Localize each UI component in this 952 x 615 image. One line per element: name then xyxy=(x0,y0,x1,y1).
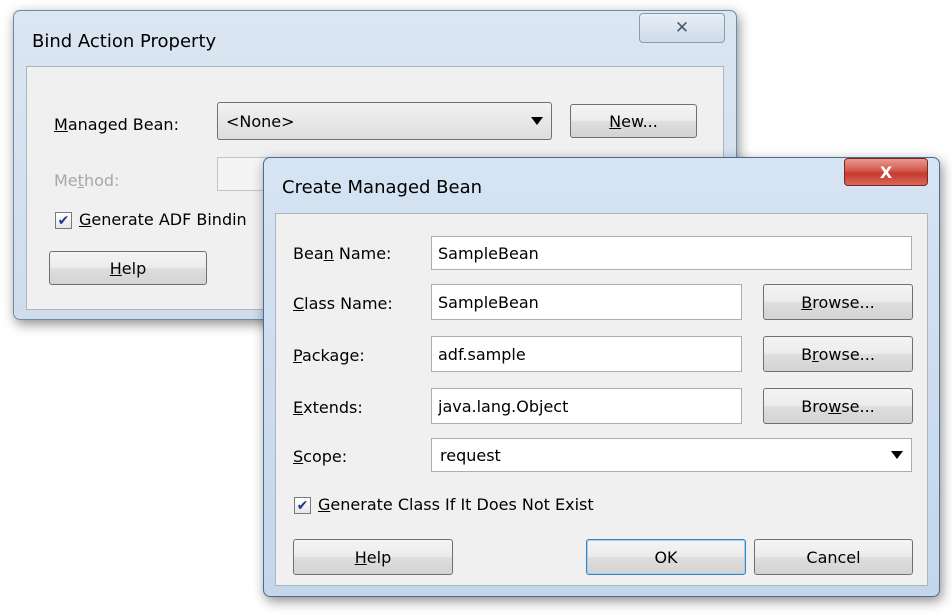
bind-dialog-close-button[interactable]: ✕ xyxy=(639,13,725,43)
create-managed-bean-dialog: Create Managed Bean X Bean Name: Class N… xyxy=(263,157,940,597)
package-label: Package: xyxy=(293,346,365,365)
class-name-label: Class Name: xyxy=(293,294,393,313)
create-dialog-title: Create Managed Bean xyxy=(282,177,483,198)
managed-bean-label: Managed Bean: xyxy=(54,115,179,134)
bind-help-button[interactable]: Help xyxy=(49,251,207,285)
create-help-button[interactable]: Help xyxy=(293,539,453,575)
generate-class-checkbox[interactable]: ✔ xyxy=(294,497,311,514)
managed-bean-value: <None> xyxy=(226,111,295,131)
extends-browse-button[interactable]: Bro w se... xyxy=(763,388,913,424)
method-label: Method: xyxy=(54,171,120,190)
package-browse-button[interactable]: Br owse... xyxy=(763,336,913,372)
extends-input[interactable] xyxy=(431,388,742,424)
bind-dialog-title: Bind Action Property xyxy=(32,31,217,52)
bean-name-label: Bean Name: xyxy=(293,244,392,263)
scope-value: request xyxy=(440,445,501,465)
close-icon: ✕ xyxy=(674,18,690,38)
ok-button[interactable]: OK xyxy=(586,539,746,575)
generate-adf-binding-label: Generate ADF Bindin xyxy=(79,210,247,229)
scope-select[interactable]: request xyxy=(431,438,912,472)
extends-label: Extends: xyxy=(293,398,363,417)
new-button[interactable]: New... xyxy=(570,104,697,138)
chevron-down-icon xyxy=(531,117,543,125)
generate-class-label: Generate Class If It Does Not Exist xyxy=(318,495,594,514)
package-input[interactable] xyxy=(431,336,742,372)
class-name-input[interactable] xyxy=(431,284,742,320)
close-icon: X xyxy=(879,162,893,182)
create-dialog-body: Bean Name: Class Name: Browse... Package… xyxy=(275,213,928,586)
managed-bean-select[interactable]: <None> xyxy=(217,102,552,140)
cancel-button[interactable]: Cancel xyxy=(754,539,913,575)
create-dialog-close-button[interactable]: X xyxy=(844,158,928,186)
scope-label: Scope: xyxy=(293,447,348,466)
bean-name-input[interactable] xyxy=(431,236,912,270)
chevron-down-icon xyxy=(891,451,903,459)
class-name-browse-button[interactable]: Browse... xyxy=(763,284,913,320)
generate-adf-binding-checkbox[interactable]: ✔ xyxy=(55,212,72,229)
